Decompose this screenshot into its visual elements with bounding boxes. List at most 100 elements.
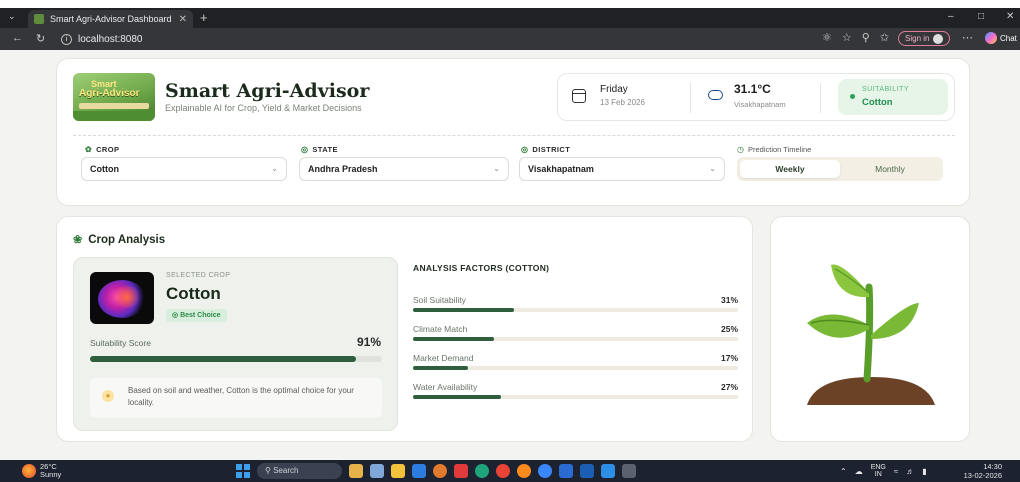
state-select[interactable]: Andhra Pradesh ⌄ bbox=[299, 157, 509, 181]
suitability-badge: SUITABILITY Cotton bbox=[838, 79, 948, 115]
clock-icon: ◷ bbox=[737, 145, 744, 154]
language-indicator[interactable]: ENG IN bbox=[871, 464, 886, 478]
edge-icon[interactable] bbox=[475, 464, 489, 478]
section-title-text: Crop Analysis bbox=[88, 233, 166, 246]
factor-name: Water Availability bbox=[413, 382, 478, 392]
weather-widget[interactable]: 26°C Sunny bbox=[40, 463, 61, 479]
widgets-icon[interactable] bbox=[349, 464, 363, 478]
url-field[interactable]: i localhost:8080 bbox=[55, 30, 815, 48]
reload-icon[interactable]: ↻ bbox=[36, 32, 45, 45]
leaf-icon: ✿ bbox=[85, 145, 93, 154]
taskbar: 26°C Sunny ⚲ Search ⌃ ☁ ENG IN ≈ ♬ ▮ 14:… bbox=[0, 460, 1020, 482]
bookmark-star-icon[interactable]: ☆ bbox=[842, 31, 852, 44]
file-explorer-icon[interactable] bbox=[391, 464, 405, 478]
app-icon[interactable] bbox=[454, 464, 468, 478]
start-icon[interactable] bbox=[236, 464, 250, 478]
more-options-icon[interactable]: ⋯ bbox=[962, 31, 973, 44]
score-bar bbox=[90, 356, 382, 362]
location-text: Visakhapatnam bbox=[734, 100, 786, 109]
divider bbox=[820, 83, 821, 113]
chrome-icon[interactable] bbox=[496, 464, 510, 478]
browser-tab-bar: ⌄ Smart Agri-Advisor Dashboard ✕ + – □ ✕ bbox=[0, 8, 1020, 28]
taskbar-search[interactable]: ⚲ Search bbox=[257, 463, 342, 479]
score-bar-fill bbox=[90, 356, 356, 362]
close-tab-icon[interactable]: ✕ bbox=[179, 14, 187, 25]
dashboard-page: Smart Agri-Advisor Smart Agri-Advisor Ex… bbox=[0, 50, 1020, 460]
weekly-option[interactable]: Weekly bbox=[740, 160, 840, 178]
crop-label-text: CROP bbox=[96, 145, 120, 154]
copilot-icon bbox=[985, 32, 997, 44]
district-select[interactable]: Visakhapatnam ⌄ bbox=[519, 157, 725, 181]
clock-time: 14:30 bbox=[983, 462, 1002, 471]
factor-bar-fill bbox=[413, 395, 501, 399]
task-view-icon[interactable] bbox=[370, 464, 384, 478]
new-tab-icon[interactable]: + bbox=[200, 10, 208, 25]
timeline-label-text: Prediction Timeline bbox=[747, 145, 812, 154]
factor-bar bbox=[413, 366, 738, 370]
factor-bar-fill bbox=[413, 366, 469, 370]
factor-row: Climate Match 25% bbox=[413, 324, 738, 346]
factor-bar-fill bbox=[413, 337, 495, 341]
sign-in-label: Sign in bbox=[905, 34, 930, 43]
url-text: localhost:8080 bbox=[78, 33, 143, 45]
lightbulb-icon: ● bbox=[102, 390, 114, 402]
factor-name: Climate Match bbox=[413, 324, 468, 334]
district-select-value: Visakhapatnam bbox=[528, 164, 594, 174]
address-bar: ← ↻ i localhost:8080 ⚛ ☆ ⚲ ✩ Sign in ⋯ C… bbox=[0, 28, 1020, 50]
favorites-icon[interactable]: ✩ bbox=[880, 31, 889, 44]
monthly-option[interactable]: Monthly bbox=[840, 160, 940, 178]
factor-bar bbox=[413, 395, 738, 399]
section-title: ❀ Crop Analysis bbox=[73, 233, 166, 247]
system-clock[interactable]: 14:30 13-02-2026 bbox=[958, 462, 1002, 480]
app-icon[interactable] bbox=[580, 464, 594, 478]
minimize-icon[interactable]: – bbox=[948, 11, 954, 22]
factor-name: Market Demand bbox=[413, 353, 474, 363]
logo-ribbon bbox=[79, 103, 149, 109]
chevron-down-icon: ⌄ bbox=[271, 164, 278, 173]
translate-icon[interactable]: ⚛ bbox=[822, 31, 832, 44]
chevron-down-icon: ⌄ bbox=[493, 164, 500, 173]
tab-title: Smart Agri-Advisor Dashboard bbox=[50, 14, 172, 24]
sprout-icon: ❀ bbox=[73, 234, 83, 246]
suitability-label: SUITABILITY bbox=[862, 86, 909, 93]
volume-icon[interactable]: ♬ bbox=[906, 467, 914, 476]
site-info-icon[interactable]: i bbox=[61, 33, 72, 45]
selected-crop-name: Cotton bbox=[166, 284, 221, 303]
copilot-chat-button[interactable]: Chat bbox=[985, 32, 1017, 44]
crop-select[interactable]: Cotton ⌄ bbox=[81, 157, 287, 181]
firefox-icon[interactable] bbox=[517, 464, 531, 478]
crop-image bbox=[90, 272, 154, 324]
app-icon[interactable] bbox=[538, 464, 552, 478]
back-icon[interactable]: ← bbox=[12, 32, 23, 44]
lang-top: ENG bbox=[870, 464, 886, 471]
location-icon[interactable]: ⚲ bbox=[862, 31, 870, 44]
factor-value: 25% bbox=[720, 324, 738, 334]
app-icon[interactable] bbox=[433, 464, 447, 478]
recommendation-text: Based on soil and weather, Cotton is the… bbox=[128, 386, 354, 407]
factor-name: Soil Suitability bbox=[413, 295, 466, 305]
restore-icon[interactable]: □ bbox=[978, 11, 984, 22]
wifi-icon[interactable]: ≈ bbox=[894, 467, 898, 476]
factor-value: 17% bbox=[720, 353, 738, 363]
app-logo: Smart Agri-Advisor bbox=[73, 73, 155, 121]
sign-in-button[interactable]: Sign in bbox=[898, 31, 951, 46]
weather-icon[interactable] bbox=[22, 464, 36, 478]
factor-value: 31% bbox=[720, 295, 738, 305]
tab-list-chevron-icon[interactable]: ⌄ bbox=[8, 11, 16, 22]
search-label: Search bbox=[273, 466, 299, 475]
chat-label: Chat bbox=[1000, 33, 1017, 43]
terminal-icon[interactable] bbox=[622, 464, 636, 478]
state-select-value: Andhra Pradesh bbox=[308, 164, 378, 174]
app-icon[interactable] bbox=[559, 464, 573, 478]
location-pin-icon: ◎ bbox=[521, 145, 529, 154]
battery-icon[interactable]: ▮ bbox=[922, 467, 926, 476]
crop-image-glow bbox=[112, 286, 142, 308]
vscode-icon[interactable] bbox=[601, 464, 615, 478]
close-window-icon[interactable]: ✕ bbox=[1006, 11, 1014, 22]
cloud-sync-icon[interactable]: ☁ bbox=[855, 467, 863, 476]
store-icon[interactable] bbox=[412, 464, 426, 478]
browser-tab[interactable]: Smart Agri-Advisor Dashboard ✕ bbox=[28, 10, 193, 28]
plant-illustration-card bbox=[770, 216, 970, 442]
date-text: 13 Feb 2026 bbox=[600, 98, 645, 107]
chevron-up-icon[interactable]: ⌃ bbox=[840, 467, 847, 476]
